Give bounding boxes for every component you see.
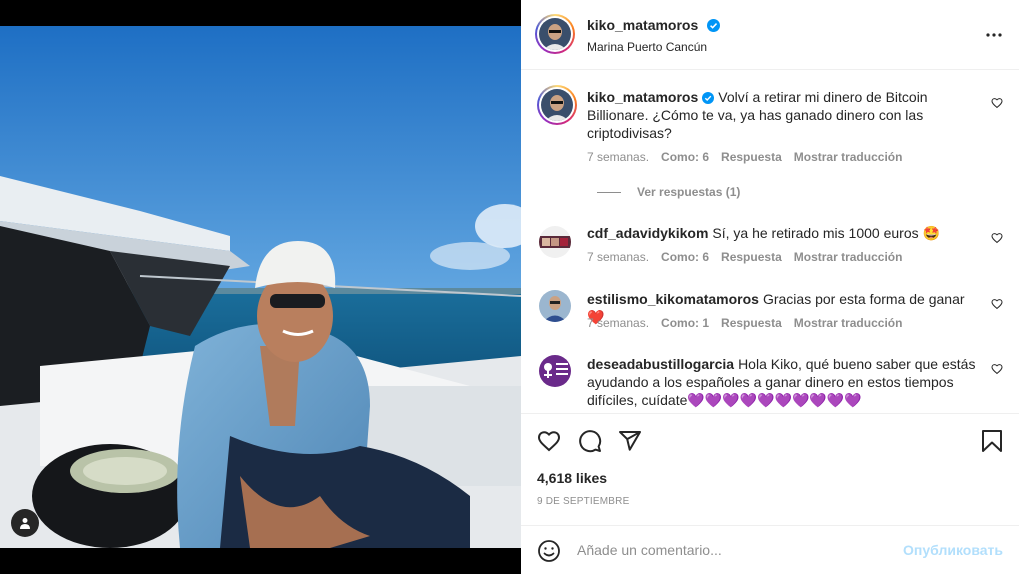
verified-badge-icon xyxy=(702,92,715,104)
bookmark-icon[interactable] xyxy=(981,429,1003,453)
likes-count[interactable]: 4,618 likes xyxy=(537,470,607,486)
view-replies-label: Ver respuestas (1) xyxy=(637,185,741,199)
comment-text-block: cdf_adavidykikom Sí, ya he retirado mis 1… xyxy=(587,224,979,242)
translate-button[interactable]: Mostrar traducción xyxy=(794,150,903,164)
heart-icon[interactable] xyxy=(537,429,561,453)
author-username[interactable]: kiko_matamoros xyxy=(587,17,698,33)
comment-avatar[interactable] xyxy=(537,85,577,125)
comment-icon[interactable] xyxy=(578,429,602,453)
heart-icon[interactable] xyxy=(991,363,1003,375)
comment-text-block: deseadabustillogarcia Hola Kiko, qué buen… xyxy=(587,355,979,409)
comment-likes[interactable]: Como: 6 xyxy=(661,250,709,264)
comment-username[interactable]: kiko_matamoros xyxy=(587,89,698,105)
comment-time[interactable]: 7 semanas. xyxy=(587,316,649,330)
post-panel: kiko_matamoros Marina Puerto Cancún kiko… xyxy=(521,0,1019,574)
author-avatar[interactable] xyxy=(535,14,575,54)
post-location[interactable]: Marina Puerto Cancún xyxy=(587,40,707,54)
reply-button[interactable]: Respuesta xyxy=(721,150,782,164)
user-tag-button[interactable] xyxy=(11,509,39,537)
user-tag-icon xyxy=(20,518,30,529)
comment-username[interactable]: cdf_adavidykikom xyxy=(587,225,708,241)
action-bar: 4,618 likes 9 de septiembre xyxy=(521,413,1019,525)
comment-likes[interactable]: Como: 1 xyxy=(661,316,709,330)
reply-button[interactable]: Respuesta xyxy=(721,316,782,330)
translate-button[interactable]: Mostrar traducción xyxy=(794,316,903,330)
verified-badge-icon xyxy=(706,19,720,32)
comment-avatar[interactable] xyxy=(539,226,571,258)
emoji-icon[interactable] xyxy=(537,539,561,563)
comment-avatar[interactable] xyxy=(539,355,571,387)
comment-text-block: kiko_matamoros Volví a retirar mi dinero … xyxy=(587,88,979,142)
comment-meta: 7 semanas. Como: 6 Respuesta Mostrar traduc… xyxy=(587,150,914,164)
heart-icon[interactable] xyxy=(991,232,1003,244)
comment-likes[interactable]: Como: 6 xyxy=(661,150,709,164)
post-photo xyxy=(0,26,521,548)
replies-divider xyxy=(597,191,621,193)
comment-meta: 7 semanas. Como: 6 Respuesta Mostrar traduc… xyxy=(587,250,914,264)
comments-list[interactable]: kiko_matamoros Volví a retirar mi dinero … xyxy=(521,71,1019,413)
more-icon[interactable] xyxy=(985,26,1003,44)
comment-username[interactable]: estilismo_kikomatamoros xyxy=(587,291,759,307)
heart-icon[interactable] xyxy=(991,298,1003,310)
view-replies-button[interactable]: Ver respuestas (1) xyxy=(597,185,740,199)
reply-button[interactable]: Respuesta xyxy=(721,250,782,264)
comment-avatar[interactable] xyxy=(539,290,571,322)
heart-icon[interactable] xyxy=(991,97,1003,109)
post-header: kiko_matamoros Marina Puerto Cancún xyxy=(521,0,1019,70)
comment-text: Sí, ya he retirado mis 1000 euros 🤩 xyxy=(712,225,940,241)
post-media[interactable] xyxy=(0,0,521,574)
comment-input[interactable] xyxy=(577,538,897,562)
share-icon[interactable] xyxy=(618,429,642,453)
comment-meta: 7 semanas. Como: 1 Respuesta Mostrar traduc… xyxy=(587,316,914,330)
comment-composer: Опубликовать xyxy=(521,525,1019,574)
comment-username[interactable]: deseadabustillogarcia xyxy=(587,356,734,372)
comment-time[interactable]: 7 semanas. xyxy=(587,250,649,264)
translate-button[interactable]: Mostrar traducción xyxy=(794,250,903,264)
post-date[interactable]: 9 de septiembre xyxy=(537,496,629,507)
publish-button[interactable]: Опубликовать xyxy=(903,542,1003,558)
comment-time[interactable]: 7 semanas. xyxy=(587,150,649,164)
